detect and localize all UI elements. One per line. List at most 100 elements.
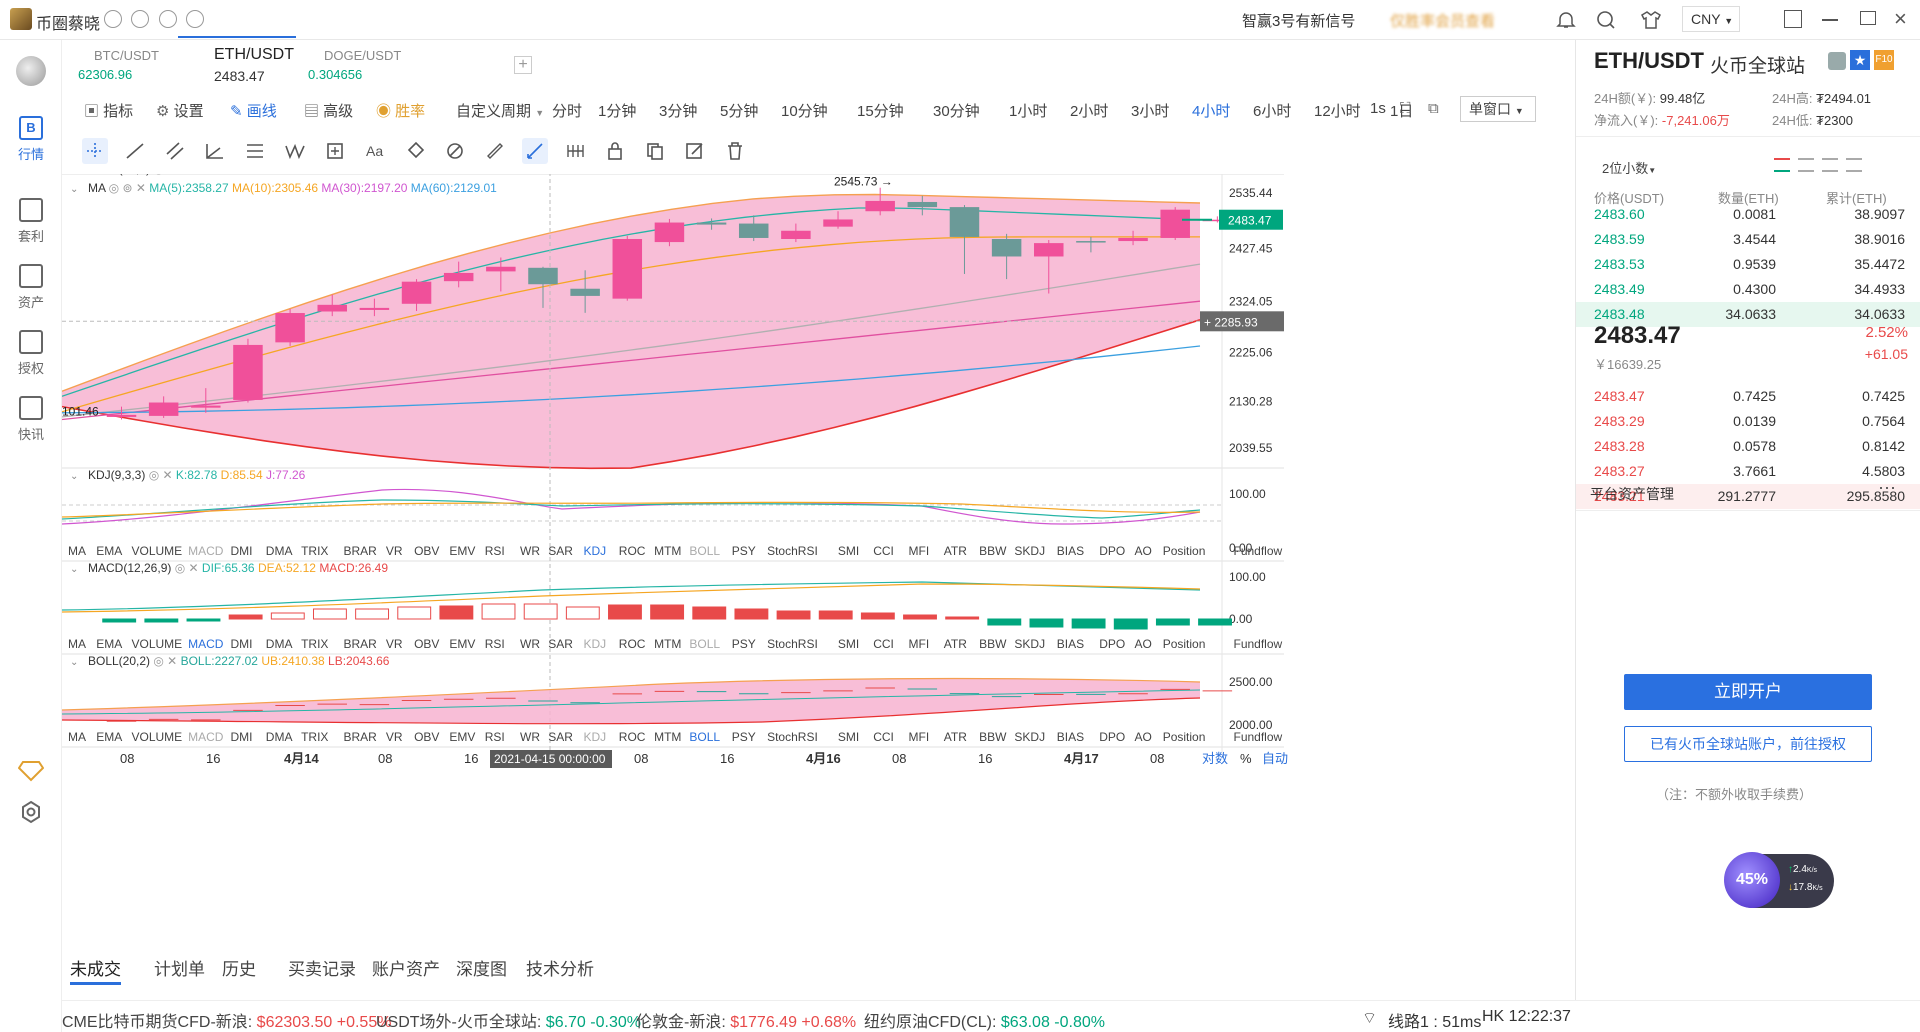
bottom-tab-6[interactable]: 技术分析 — [526, 955, 594, 980]
check-icon[interactable] — [158, 10, 177, 28]
tab-eth[interactable]: ETH/USDT 2483.47 — [178, 36, 296, 90]
fib-tool-icon[interactable] — [242, 138, 268, 164]
nav-authorize[interactable]: 授权 — [0, 330, 62, 377]
orderbook-row[interactable]: 2483.27 3.7661 4.5803 — [1576, 459, 1920, 484]
bottom-tab-3[interactable]: 买卖记录 — [288, 955, 356, 980]
orderbook-row[interactable]: 2483.49 0.4300 34.4933 — [1576, 277, 1920, 302]
orderbook-row[interactable]: 2483.59 3.4544 38.9016 — [1576, 227, 1920, 252]
ticker-item-0[interactable]: CME比特币期货CFD-新浪: $62303.50 +0.55% — [62, 1008, 391, 1032]
bottom-tab-0[interactable]: 未成交 — [70, 955, 121, 985]
f10-icon[interactable]: F10 — [1874, 50, 1894, 70]
speed-widget[interactable]: 45% ↑2.4K/s ↓17.8K/s — [1724, 852, 1834, 908]
orderbook-row[interactable]: 2483.60 0.0081 38.9097 — [1576, 202, 1920, 227]
bottom-tab-4[interactable]: 账户资产 — [372, 955, 440, 980]
authorize-button[interactable]: 已有火币全球站账户，前往授权 — [1624, 726, 1872, 762]
ticker-item-1[interactable]: USDT场外-火币全球站: $6.70 -0.30% — [376, 1008, 641, 1032]
price-chart[interactable]: 时间:2021-04-15 00:00开:2349.27 高:2385.14 低… — [62, 174, 1562, 954]
ob-view-both-icon[interactable] — [1774, 158, 1790, 172]
measure-tool-icon[interactable] — [562, 138, 588, 164]
winrate-button[interactable]: ◉ 胜率 — [376, 100, 425, 121]
advanced-button[interactable]: ▤ 高级 — [304, 100, 353, 121]
tab-doge[interactable]: DOGE/USDT 0.304656 — [296, 44, 446, 90]
ticker-item-3[interactable]: 纽约原油CFD(CL): $63.08 -0.80% — [864, 1008, 1105, 1032]
settings-button[interactable]: ⚙ 设置 — [156, 100, 204, 121]
nav-settings[interactable] — [0, 800, 62, 827]
period-9[interactable]: 3小时 — [1131, 100, 1169, 121]
bottom-tab-1[interactable]: 计划单 — [154, 955, 205, 980]
ob-view-bids-icon[interactable] — [1822, 158, 1838, 172]
bottom-tab-2[interactable]: 历史 — [222, 955, 256, 980]
period-3[interactable]: 5分钟 — [720, 100, 758, 121]
bell-icon[interactable] — [1556, 10, 1576, 30]
add-tab-button[interactable]: + — [514, 56, 532, 74]
hide-tool-icon[interactable] — [442, 138, 468, 164]
close-icon[interactable]: × — [1894, 6, 1907, 32]
period-6[interactable]: 30分钟 — [933, 100, 980, 121]
nav-arbitrage[interactable]: 套利 — [0, 198, 62, 245]
nav-assets[interactable]: 资产 — [0, 264, 62, 311]
orderbook-row[interactable]: 2483.47 0.7425 0.7425 — [1576, 384, 1920, 409]
edit-tool-icon[interactable] — [682, 138, 708, 164]
parallel-tool-icon[interactable] — [162, 138, 188, 164]
sidebar-toggle-icon[interactable] — [1784, 10, 1802, 28]
ob-view-asks-icon[interactable] — [1798, 158, 1814, 172]
period-11[interactable]: 6小时 — [1253, 100, 1291, 121]
network-line[interactable]: 线路1 : 51ms — [1388, 1008, 1481, 1032]
nav-market[interactable]: B 行情 — [0, 116, 62, 163]
orderbook-row[interactable]: 2483.53 0.9539 35.4472 — [1576, 252, 1920, 277]
percent-icon[interactable] — [131, 10, 150, 28]
period-2[interactable]: 3分钟 — [659, 100, 697, 121]
popout-icon[interactable]: ⧉ — [1428, 100, 1439, 117]
signal-notice-blurred[interactable]: 仅胜率会员查看 — [1390, 10, 1495, 31]
trendline-tool-icon[interactable] — [122, 138, 148, 164]
period-0[interactable]: 分时 — [552, 100, 582, 121]
vip-icon[interactable] — [104, 10, 122, 28]
period-4[interactable]: 10分钟 — [781, 100, 828, 121]
ruler-tool-icon[interactable] — [482, 138, 508, 164]
rect-tool-icon[interactable] — [322, 138, 348, 164]
orderbook-row[interactable]: 2483.29 0.0139 0.7564 — [1576, 409, 1920, 434]
period-8[interactable]: 2小时 — [1070, 100, 1108, 121]
period-12[interactable]: 12小时 — [1314, 100, 1361, 121]
indicator-tab-fundflow: Fundflow — [1234, 544, 1283, 558]
delete-tool-icon[interactable] — [722, 138, 748, 164]
custom-period-select[interactable]: 自定义周期 ▼ — [456, 100, 544, 121]
shirt-icon[interactable] — [1640, 10, 1662, 30]
indicators-button[interactable]: ▣ 指标 — [84, 100, 133, 121]
house-icon[interactable] — [1828, 52, 1846, 70]
restore-icon[interactable] — [1860, 11, 1876, 25]
star-icon[interactable]: ★ — [1850, 50, 1870, 70]
wave-tool-icon[interactable] — [282, 138, 308, 164]
angle-tool-icon[interactable] — [202, 138, 228, 164]
ob-price: 2483.53 — [1594, 256, 1645, 272]
phone-icon[interactable] — [186, 10, 205, 28]
period-1[interactable]: 1分钟 — [598, 100, 636, 121]
nav-news[interactable]: 快讯 — [0, 396, 62, 443]
search-icon[interactable] — [1596, 10, 1616, 30]
brush-tool-icon[interactable] — [522, 138, 548, 164]
currency-select[interactable]: CNY ▼ — [1682, 6, 1740, 32]
fullscreen-icon[interactable]: ⛶ — [1400, 100, 1411, 117]
seconds-button[interactable]: 1s — [1370, 100, 1386, 117]
signal-notice[interactable]: 智赢3号有新信号 — [1242, 10, 1355, 31]
copy-tool-icon[interactable] — [642, 138, 668, 164]
open-account-button[interactable]: 立即开户 — [1624, 674, 1872, 710]
bottom-tab-5[interactable]: 深度图 — [456, 955, 507, 980]
period-7[interactable]: 1小时 — [1009, 100, 1047, 121]
text-tool-icon[interactable]: Aa — [362, 138, 388, 164]
orderbook-row[interactable]: 2483.28 0.0578 0.8142 — [1576, 434, 1920, 459]
crosshair-tool-icon[interactable] — [82, 138, 108, 164]
ob-view-list-icon[interactable] — [1846, 158, 1862, 172]
minimize-icon[interactable] — [1822, 19, 1838, 21]
more-icon[interactable]: ⋯ — [1878, 478, 1896, 499]
nav-vip[interactable] — [0, 760, 62, 785]
lock-tool-icon[interactable] — [602, 138, 628, 164]
magnet-tool-icon[interactable] — [402, 138, 428, 164]
window-mode-select[interactable]: 单窗口 ▼ — [1460, 96, 1536, 122]
decimals-select[interactable]: 2位小数▼ — [1602, 158, 1656, 177]
period-10[interactable]: 4小时 — [1192, 100, 1230, 121]
draw-button[interactable]: ✎ 画线 — [230, 100, 277, 121]
nav-avatar[interactable] — [0, 56, 62, 86]
period-5[interactable]: 15分钟 — [857, 100, 904, 121]
ticker-item-2[interactable]: 伦敦金-新浪: $1776.49 +0.68% — [636, 1008, 856, 1032]
